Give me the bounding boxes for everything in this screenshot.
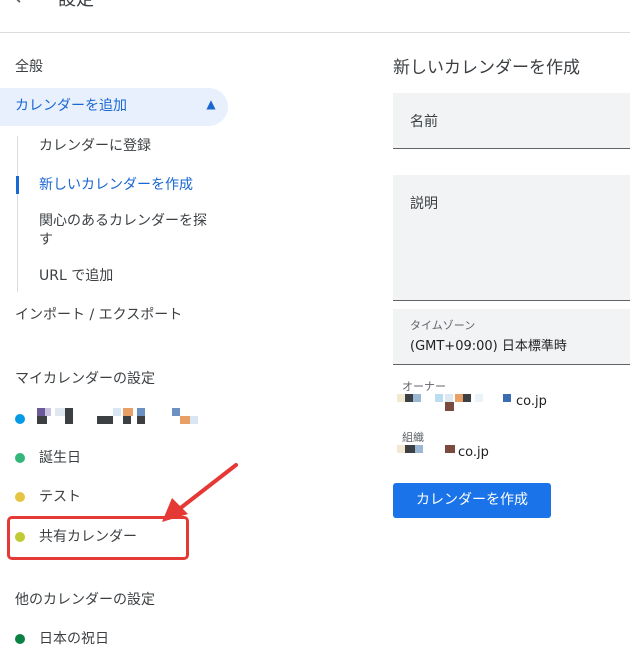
sidebar-subitem-by-url[interactable]: URL で追加: [39, 267, 113, 285]
calendar-color-dot: [15, 453, 25, 463]
settings-header: [0, 0, 630, 33]
sidebar-calendar-birthdays[interactable]: 誕生日: [39, 449, 81, 467]
redacted-owner-email: [397, 392, 517, 414]
submenu-active-indicator: [16, 176, 19, 194]
redacted-org-name: [397, 443, 462, 459]
calendar-color-dot: [15, 634, 25, 644]
description-field-label: 説明: [410, 196, 438, 212]
name-field-label: 名前: [410, 114, 438, 130]
timezone-value: (GMT+09:00) 日本標準時: [410, 339, 567, 354]
timezone-label: タイムゾーン: [410, 319, 476, 332]
submenu-guide-line: [17, 136, 18, 292]
create-calendar-button[interactable]: カレンダーを作成: [393, 483, 551, 518]
page-title: 設定: [58, 0, 94, 10]
sidebar-item-general[interactable]: 全般: [15, 58, 43, 76]
sidebar-subitem-create-new[interactable]: 新しいカレンダーを作成: [39, 176, 193, 194]
chevron-up-icon[interactable]: ▲: [202, 95, 220, 113]
calendar-color-dot: [15, 414, 25, 424]
sidebar-item-import-export[interactable]: インポート / エクスポート: [15, 306, 182, 324]
my-calendars-heading: マイカレンダーの設定: [15, 371, 155, 387]
sidebar-subitem-subscribe[interactable]: カレンダーに登録: [39, 137, 151, 155]
form-heading: 新しいカレンダーを作成: [393, 58, 580, 78]
sidebar-item-add-calendar-label: カレンダーを追加: [15, 98, 127, 114]
owner-domain: co.jp: [516, 394, 547, 409]
redacted-calendar-name[interactable]: [37, 406, 207, 428]
sidebar-calendar-test[interactable]: テスト: [39, 488, 81, 506]
sidebar-subitem-browse[interactable]: 関心のあるカレンダーを探: [39, 212, 207, 230]
org-domain: co.jp: [458, 445, 489, 460]
back-arrow-icon[interactable]: ←: [14, 0, 32, 10]
other-calendars-heading: 他のカレンダーの設定: [15, 592, 155, 608]
sidebar-calendar-holidays[interactable]: 日本の祝日: [39, 630, 109, 648]
calendar-color-dot: [15, 492, 25, 502]
sidebar-subitem-browse-wrap: す: [39, 232, 53, 248]
annotation-arrow-icon: [162, 463, 238, 522]
